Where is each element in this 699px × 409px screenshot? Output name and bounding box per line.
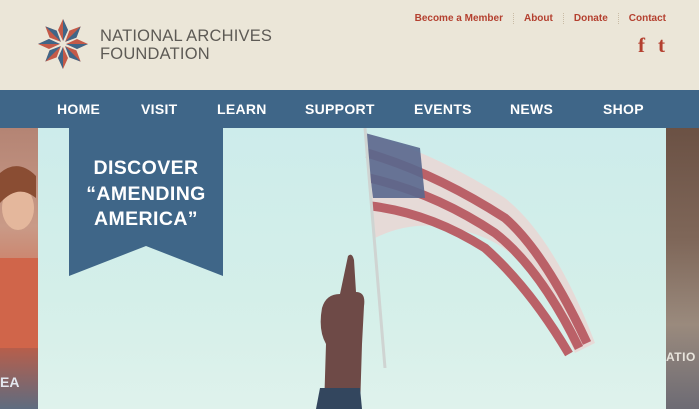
brand-line-1: NATIONAL ARCHIVES [100, 27, 273, 45]
banner-line-3: AMERICA” [94, 208, 198, 230]
raised-hand-image [316, 254, 365, 409]
brand-name[interactable]: NATIONAL ARCHIVES FOUNDATION [100, 27, 272, 63]
become-a-member-link[interactable]: Become a Member [415, 13, 503, 24]
banner-line-1: DISCOVER [93, 157, 199, 179]
main-nav: HOME VISIT LEARN SUPPORT EVENTS NEWS SHO… [0, 90, 699, 128]
divider [617, 13, 619, 24]
utility-nav: Become a Member About Donate Contact [415, 13, 666, 24]
divider [562, 13, 564, 24]
donate-link[interactable]: Donate [574, 13, 608, 24]
hero-previous-slide-image[interactable] [0, 128, 38, 409]
banner-line-2: “AMENDING [86, 182, 206, 205]
nav-item-events[interactable]: EVENTS [414, 90, 472, 128]
woman-portrait-image [0, 166, 38, 348]
about-link[interactable]: About [524, 13, 553, 24]
divider [512, 13, 514, 24]
right-slide-caption: ATIO [666, 350, 696, 364]
nav-item-shop[interactable]: SHOP [603, 90, 644, 128]
twitter-icon[interactable]: t [658, 34, 665, 56]
hero-next-slide-image[interactable] [666, 128, 699, 409]
national-archives-star-logo-icon[interactable] [36, 17, 90, 71]
brand-line-2: FOUNDATION [100, 45, 210, 63]
nav-item-visit[interactable]: VISIT [141, 90, 178, 128]
social-links: f t [638, 34, 665, 56]
nav-item-learn[interactable]: LEARN [217, 90, 267, 128]
hero-banner-text[interactable]: DISCOVER “AMENDING AMERICA” [69, 156, 223, 233]
left-slide-caption: EA [0, 374, 20, 390]
nav-item-news[interactable]: NEWS [510, 90, 553, 128]
nav-item-support[interactable]: SUPPORT [305, 90, 375, 128]
facebook-icon[interactable]: f [638, 34, 645, 56]
american-flag-image [363, 128, 595, 368]
site-header: NATIONAL ARCHIVES FOUNDATION Become a Me… [0, 0, 699, 90]
hero-carousel[interactable]: EA ATIO DISCOVER “AMENDING AMERICA” [0, 128, 699, 409]
contact-link[interactable]: Contact [629, 13, 666, 24]
nav-item-home[interactable]: HOME [57, 90, 100, 128]
